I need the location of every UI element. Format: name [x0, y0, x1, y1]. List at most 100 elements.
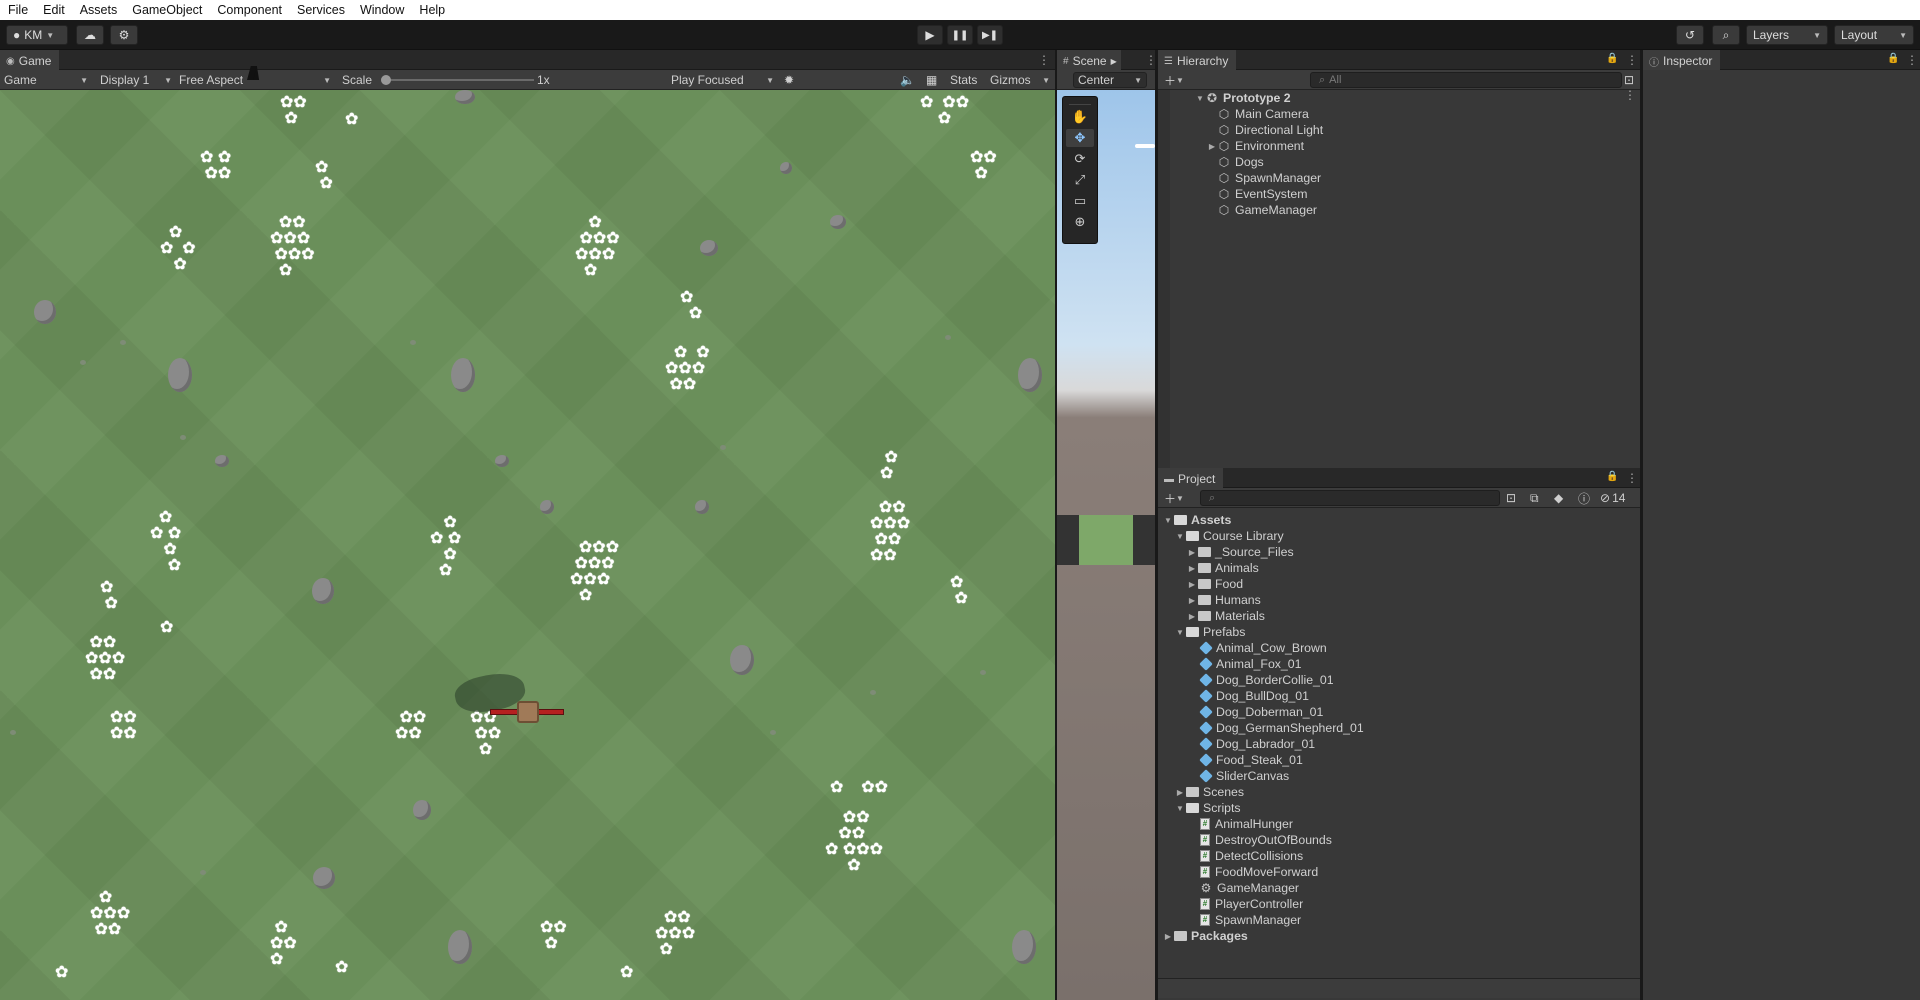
- folder-scripts[interactable]: ▼ Scripts: [1174, 800, 1241, 816]
- prefab-item[interactable]: Dog_Labrador_01: [1199, 736, 1315, 752]
- folder-packages[interactable]: ▶ Packages: [1162, 928, 1248, 944]
- script-item[interactable]: # DetectCollisions: [1200, 848, 1303, 864]
- menu-edit[interactable]: Edit: [35, 3, 72, 17]
- more-options-icon[interactable]: ⋮: [1626, 53, 1638, 67]
- prefab-item[interactable]: Animal_Fox_01: [1199, 656, 1301, 672]
- more-options-icon[interactable]: ⋮: [1145, 53, 1157, 67]
- hierarchy-item[interactable]: ⬡ EventSystem: [1218, 186, 1308, 202]
- stats-button[interactable]: Stats: [950, 72, 977, 88]
- move-tool-icon[interactable]: ✥: [1066, 129, 1094, 147]
- grid-icon[interactable]: ▦: [926, 72, 937, 88]
- folder-scenes[interactable]: ▶ Scenes: [1174, 784, 1244, 800]
- bug-icon[interactable]: ✹: [784, 72, 794, 88]
- scale-tool-icon[interactable]: ⤢: [1066, 171, 1094, 189]
- lock-icon[interactable]: 🔒: [1606, 53, 1618, 64]
- chevron-right-icon[interactable]: ▶: [1206, 142, 1218, 151]
- layers-dropdown[interactable]: Layers ▼: [1746, 25, 1828, 45]
- tab-game[interactable]: ◉ Game: [0, 50, 60, 70]
- history-icon: ↺: [1684, 28, 1696, 42]
- display-dropdown[interactable]: Display 1 ▼: [100, 72, 172, 88]
- hierarchy-item[interactable]: ⬡ GameManager: [1218, 202, 1317, 218]
- filter-label-icon[interactable]: ◆: [1554, 490, 1563, 506]
- audio-icon[interactable]: 🔈: [900, 72, 915, 88]
- transform-tool-icon[interactable]: ⊕: [1066, 213, 1094, 231]
- hand-tool-icon[interactable]: ✋: [1066, 108, 1094, 126]
- hierarchy-item[interactable]: ⬡ SpawnManager: [1218, 170, 1321, 186]
- folder-item[interactable]: ▶ _Source_Files: [1186, 544, 1294, 560]
- prefab-item[interactable]: Dog_BorderCollie_01: [1199, 672, 1334, 688]
- menu-window[interactable]: Window: [352, 3, 411, 17]
- prefab-item[interactable]: Animal_Cow_Brown: [1199, 640, 1327, 656]
- script-item[interactable]: # SpawnManager: [1200, 912, 1301, 928]
- more-options-icon[interactable]: ⋮: [1906, 53, 1918, 67]
- folder-prefabs[interactable]: ▼ Prefabs: [1174, 624, 1245, 640]
- project-search-input[interactable]: ⌕: [1200, 490, 1500, 506]
- tab-inspector[interactable]: ⓘ Inspector: [1643, 50, 1721, 70]
- account-dropdown[interactable]: ● KM ▼: [6, 25, 68, 45]
- prefab-item[interactable]: Dog_GermanShepherd_01: [1199, 720, 1364, 736]
- more-options-icon[interactable]: ⋮: [1038, 53, 1050, 67]
- cloud-button[interactable]: ☁: [76, 25, 104, 45]
- prefab-item[interactable]: SliderCanvas: [1199, 768, 1289, 784]
- script-item[interactable]: # DestroyOutOfBounds: [1200, 832, 1332, 848]
- hierarchy-item-label: Main Camera: [1235, 107, 1309, 121]
- filter-icon[interactable]: ⊡: [1624, 72, 1634, 88]
- menu-file[interactable]: File: [0, 3, 35, 17]
- play-mode-dropdown[interactable]: Play Focused ▼: [671, 72, 774, 88]
- script-item[interactable]: # PlayerController: [1200, 896, 1303, 912]
- hierarchy-item[interactable]: ⬡ Directional Light: [1218, 122, 1323, 138]
- tab-scene[interactable]: # Scene ▶: [1057, 50, 1121, 70]
- search-button[interactable]: ⌕: [1712, 25, 1740, 45]
- history-button[interactable]: ↺: [1676, 25, 1704, 45]
- filter-type-icon[interactable]: ⧉: [1530, 490, 1539, 506]
- pivot-dropdown[interactable]: Center ▼: [1073, 72, 1147, 88]
- create-asset-button[interactable]: ＋ ▼: [1164, 490, 1184, 506]
- rotate-tool-icon[interactable]: ⟳: [1066, 150, 1094, 168]
- search-scope-icon[interactable]: ⊡: [1506, 490, 1516, 506]
- info-icon[interactable]: ⓘ: [1578, 490, 1590, 506]
- pause-button[interactable]: ❚❚: [947, 25, 973, 45]
- menu-component[interactable]: Component: [209, 3, 289, 17]
- drag-handle[interactable]: [1069, 97, 1091, 105]
- layout-dropdown[interactable]: Layout ▼: [1834, 25, 1914, 45]
- scale-slider-track[interactable]: [384, 79, 534, 81]
- hierarchy-item[interactable]: ⬡ Main Camera: [1218, 106, 1309, 122]
- hierarchy-root-scene[interactable]: ▼ ✪ Prototype 2: [1194, 90, 1291, 106]
- rock: [730, 645, 754, 675]
- collab-button[interactable]: ⚙: [110, 25, 138, 45]
- prefab-item[interactable]: Dog_Doberman_01: [1199, 704, 1323, 720]
- scale-slider-handle[interactable]: [381, 75, 391, 85]
- script-item[interactable]: # AnimalHunger: [1200, 816, 1293, 832]
- menu-services[interactable]: Services: [289, 3, 352, 17]
- menu-gameobject[interactable]: GameObject: [124, 3, 209, 17]
- script-item[interactable]: ⚙ GameManager: [1200, 880, 1299, 896]
- folder-item[interactable]: ▶ Humans: [1186, 592, 1261, 608]
- tab-hierarchy[interactable]: ☰ Hierarchy: [1158, 50, 1237, 70]
- prefab-item[interactable]: Dog_BullDog_01: [1199, 688, 1309, 704]
- lock-icon[interactable]: 🔒: [1887, 53, 1899, 64]
- lock-icon[interactable]: 🔒: [1606, 471, 1618, 482]
- folder-course-library[interactable]: ▼ Course Library: [1174, 528, 1284, 544]
- hierarchy-search-input[interactable]: ⌕ All: [1310, 72, 1622, 88]
- hierarchy-item[interactable]: ⬡ Dogs: [1218, 154, 1264, 170]
- rect-tool-icon[interactable]: ▭: [1066, 192, 1094, 210]
- hierarchy-item[interactable]: ▶ ⬡ Environment: [1206, 138, 1304, 154]
- step-button[interactable]: ▶❚: [977, 25, 1003, 45]
- folder-item[interactable]: ▶ Materials: [1186, 608, 1265, 624]
- menu-assets[interactable]: Assets: [72, 3, 125, 17]
- script-item[interactable]: # FoodMoveForward: [1200, 864, 1318, 880]
- add-object-button[interactable]: ＋ ▼: [1164, 72, 1184, 88]
- play-button[interactable]: ▶: [917, 25, 943, 45]
- more-options-icon[interactable]: ⋮: [1626, 471, 1638, 485]
- hidden-count-badge[interactable]: ⊘ 14: [1600, 490, 1625, 506]
- folder-item[interactable]: ▶ Food: [1186, 576, 1243, 592]
- more-options-icon[interactable]: ⋮: [1624, 88, 1636, 102]
- folder-item[interactable]: ▶ Animals: [1186, 560, 1259, 576]
- game-mode-dropdown[interactable]: Game ▼: [4, 72, 88, 88]
- tab-project[interactable]: ▬ Project: [1158, 468, 1224, 488]
- folder-assets[interactable]: ▼ Assets: [1162, 512, 1231, 528]
- prefab-item[interactable]: Food_Steak_01: [1199, 752, 1303, 768]
- gizmos-dropdown[interactable]: Gizmos ▼: [990, 72, 1050, 88]
- game-view[interactable]: ✿✿ ✿ ✿ ✿ ✿ ✿✿ ✿ ✿ ✿ ✿ ✿ ✿ ✿✿ ✿✿✿ ✿✿✿ ✿ ✿ ✿…: [0, 90, 1055, 1000]
- menu-help[interactable]: Help: [411, 3, 452, 17]
